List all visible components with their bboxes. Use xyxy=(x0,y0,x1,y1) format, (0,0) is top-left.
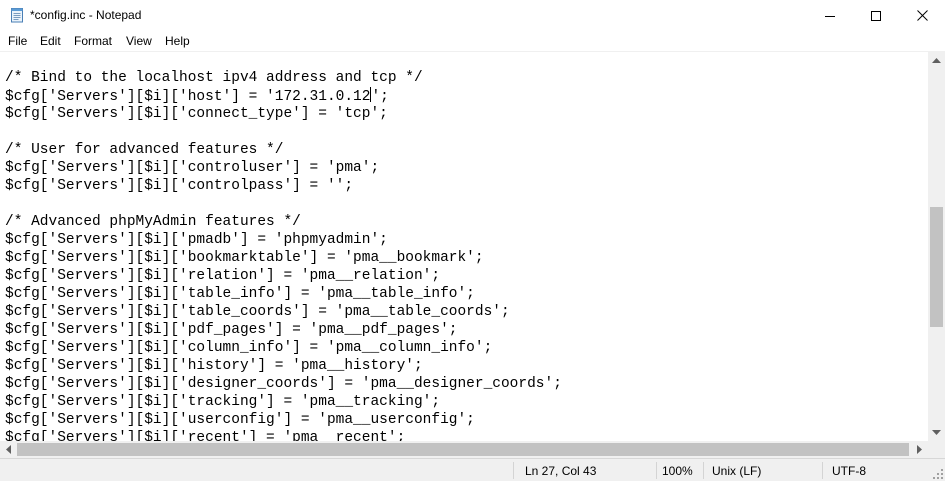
status-encoding: UTF-8 xyxy=(832,464,866,478)
scroll-right-arrow-icon[interactable] xyxy=(911,441,928,458)
maximize-icon xyxy=(871,10,881,21)
close-icon xyxy=(916,10,928,21)
minimize-button[interactable] xyxy=(807,0,853,31)
text-editor[interactable]: /* Bind to the localhost ipv4 address an… xyxy=(0,52,928,441)
maximize-button[interactable] xyxy=(853,0,899,31)
menu-edit[interactable]: Edit xyxy=(40,34,61,48)
horizontal-scrollbar[interactable] xyxy=(0,441,928,458)
code-line[interactable]: $cfg['Servers'][$i]['recent'] = 'pma__re… xyxy=(5,429,405,441)
vertical-scroll-thumb[interactable] xyxy=(930,207,943,327)
menu-bar: File Edit Format View Help xyxy=(0,31,945,51)
menu-help[interactable]: Help xyxy=(165,34,190,48)
code-line[interactable]: $cfg['Servers'][$i]['bookmarktable'] = '… xyxy=(5,249,484,267)
text-caret xyxy=(370,87,372,102)
vertical-scrollbar[interactable] xyxy=(928,52,945,441)
code-line[interactable]: $cfg['Servers'][$i]['relation'] = 'pma__… xyxy=(5,267,440,285)
code-line[interactable]: $cfg['Servers'][$i]['table_info'] = 'pma… xyxy=(5,285,475,303)
scroll-up-arrow-icon[interactable] xyxy=(928,52,945,69)
code-comment-line[interactable]: /* User for advanced features */ xyxy=(5,141,283,159)
code-line[interactable]: $cfg['Servers'][$i]['host'] = '172.31.0.… xyxy=(5,87,389,105)
code-line[interactable]: $cfg['Servers'][$i]['userconfig'] = 'pma… xyxy=(5,411,475,429)
scroll-left-arrow-icon[interactable] xyxy=(0,441,17,458)
menu-format[interactable]: Format xyxy=(74,34,112,48)
code-line[interactable]: $cfg['Servers'][$i]['history'] = 'pma__h… xyxy=(5,357,423,375)
menu-view[interactable]: View xyxy=(126,34,152,48)
status-divider xyxy=(822,462,823,479)
horizontal-scroll-thumb[interactable] xyxy=(17,443,909,456)
status-divider xyxy=(513,462,514,479)
minimize-icon xyxy=(825,11,835,21)
code-comment-line[interactable]: /* Bind to the localhost ipv4 address an… xyxy=(5,69,423,87)
scrollbar-corner xyxy=(928,441,945,458)
code-line[interactable]: $cfg['Servers'][$i]['designer_coords'] =… xyxy=(5,375,562,393)
status-divider xyxy=(703,462,704,479)
status-zoom: 100% xyxy=(662,464,693,478)
code-line[interactable]: $cfg['Servers'][$i]['controluser'] = 'pm… xyxy=(5,159,379,177)
window-title: *config.inc - Notepad xyxy=(30,8,142,22)
code-comment-line[interactable]: /* Advanced phpMyAdmin features */ xyxy=(5,213,301,231)
status-bar: Ln 27, Col 43 100% Unix (LF) UTF-8 xyxy=(0,458,945,481)
title-bar[interactable]: *config.inc - Notepad xyxy=(0,0,945,31)
status-line-ending: Unix (LF) xyxy=(712,464,762,478)
menu-file[interactable]: File xyxy=(8,34,27,48)
code-line[interactable]: $cfg['Servers'][$i]['column_info'] = 'pm… xyxy=(5,339,492,357)
scroll-down-arrow-icon[interactable] xyxy=(928,424,945,441)
status-divider xyxy=(656,462,657,479)
code-line[interactable]: $cfg['Servers'][$i]['table_coords'] = 'p… xyxy=(5,303,510,321)
close-button[interactable] xyxy=(899,0,945,31)
code-line[interactable]: $cfg['Servers'][$i]['connect_type'] = 't… xyxy=(5,105,388,123)
status-position: Ln 27, Col 43 xyxy=(525,464,597,478)
code-line[interactable]: $cfg['Servers'][$i]['pdf_pages'] = 'pma_… xyxy=(5,321,457,339)
code-line[interactable]: $cfg['Servers'][$i]['pmadb'] = 'phpmyadm… xyxy=(5,231,388,249)
code-line[interactable]: $cfg['Servers'][$i]['tracking'] = 'pma__… xyxy=(5,393,440,411)
code-line[interactable]: $cfg['Servers'][$i]['controlpass'] = ''; xyxy=(5,177,353,195)
notepad-icon xyxy=(9,7,25,23)
resize-grip-icon[interactable] xyxy=(933,469,944,480)
